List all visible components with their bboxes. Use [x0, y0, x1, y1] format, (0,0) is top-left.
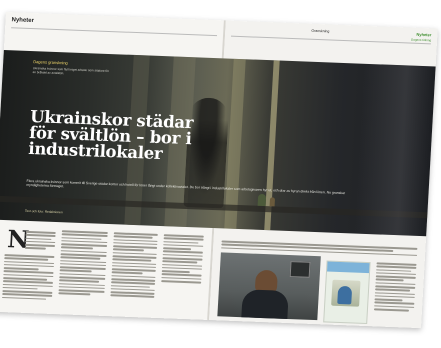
body-column	[0, 254, 55, 334]
topic-label: Granskning	[311, 28, 330, 34]
portrait-photo	[217, 252, 321, 321]
right-column	[373, 262, 417, 313]
body-column	[159, 234, 204, 313]
plant-icon	[269, 197, 276, 207]
newspaper-spread: Nyheter Granskning Nyheter Dagens tidnin…	[0, 12, 438, 329]
headline: Ukrainskor städar för svältlön – bor i i…	[27, 107, 194, 164]
advertisement	[323, 260, 371, 325]
brand-label: Nyheter	[416, 31, 432, 38]
picture-frame	[289, 261, 311, 278]
ad-person	[337, 285, 353, 305]
brand-sublabel: Dagens tidning	[410, 37, 432, 43]
body-column	[110, 232, 158, 312]
ad-banner	[327, 261, 370, 274]
body-columns: N	[0, 224, 204, 314]
running-head: Nyheter	[11, 17, 218, 37]
kicker-box: Dagens granskning Ukrainska kvinnor som …	[33, 59, 114, 77]
section-label: Nyheter	[11, 17, 35, 25]
person-body	[241, 289, 289, 321]
body-column	[58, 230, 108, 310]
right-running-head: Granskning Nyheter Dagens tidning	[230, 25, 432, 45]
